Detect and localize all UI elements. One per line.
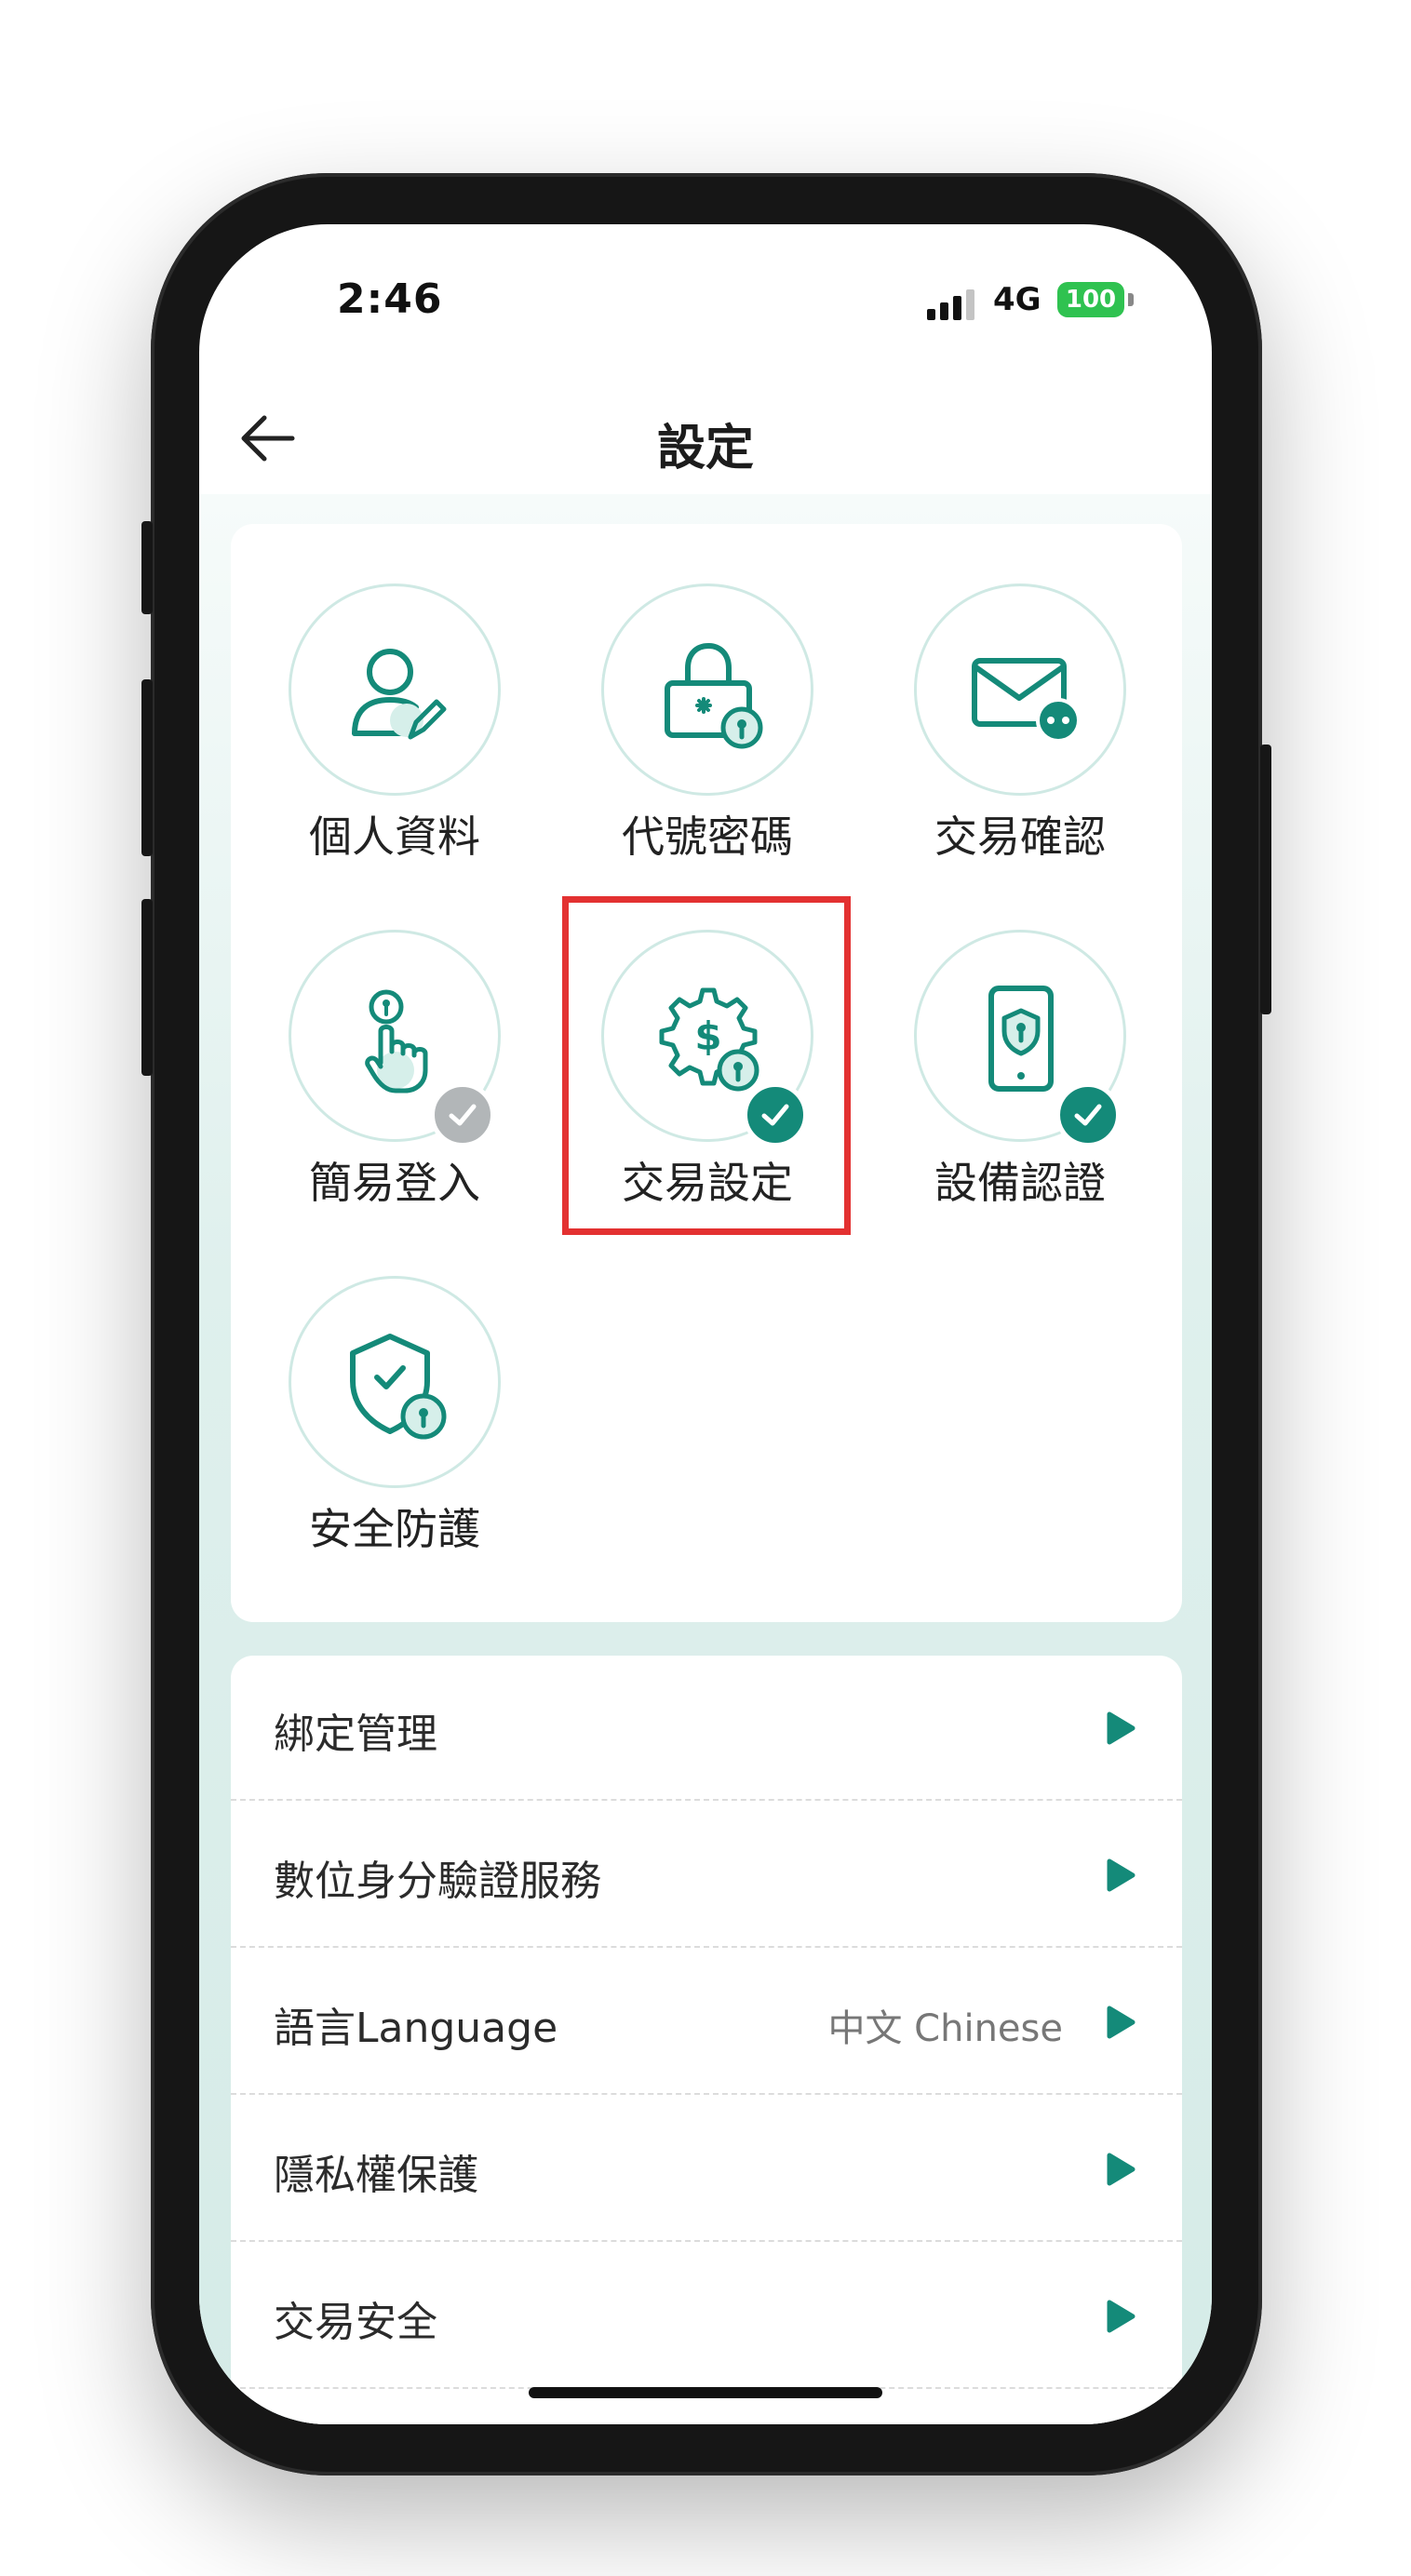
tile-circle	[601, 584, 813, 796]
home-indicator[interactable]	[529, 2387, 882, 2398]
network-type: 4G	[993, 281, 1041, 318]
tile-label: 設備認證	[934, 1158, 1106, 1208]
list-item-label: 隱私權保護	[274, 2152, 478, 2199]
touch-login-icon	[365, 989, 428, 1093]
nav-bar: 設定	[199, 382, 1212, 494]
checkmark-icon	[1074, 1104, 1102, 1126]
settings-grid-card: 個人資料 代號密碼 交易確認 簡易登入 $ 交易設定 設備認證 安全防護	[231, 524, 1182, 1622]
battery-icon: 100	[1057, 282, 1124, 317]
tile-label: 交易確認	[934, 812, 1106, 862]
list-item-label: 交易安全	[274, 2299, 437, 2346]
tile-circle	[289, 1276, 501, 1488]
list-item-label: 數位身分驗證服務	[274, 1858, 601, 1905]
list-item-label: 語言Language	[274, 2005, 558, 2052]
tile-trade-settings[interactable]: $ 交易設定	[568, 870, 847, 1208]
settings-list: 綁定管理 數位身分驗證服務 語言Language 中文 Chinese 隱私權保…	[231, 1656, 1182, 2424]
tile-security[interactable]: 安全防護	[255, 1216, 534, 1554]
checkmark-icon	[449, 1104, 477, 1126]
tile-label: 個人資料	[309, 812, 480, 862]
status-bar: 2:46 4G 100	[199, 224, 1212, 382]
tile-label: 安全防護	[309, 1504, 480, 1554]
screenshot-stage: 2:46 4G 100 設定 個人資料 代號密碼 交易確認 簡易登入 $ 交易設…	[0, 0, 1411, 2576]
play-arrow-icon	[1107, 1858, 1136, 1892]
phone-shield-icon	[988, 986, 1054, 1092]
play-arrow-icon	[1107, 2006, 1136, 2039]
profile-edit-icon	[352, 649, 447, 740]
list-item-binding[interactable]: 綁定管理	[231, 1656, 1182, 1801]
list-item-privacy[interactable]: 隱私權保護	[231, 2097, 1182, 2242]
page-title: 設定	[656, 421, 754, 476]
tile-label: 簡易登入	[309, 1158, 480, 1208]
shield-lock-icon	[350, 1334, 447, 1440]
checkmark-icon	[761, 1104, 789, 1126]
dollar-gear-icon: $	[659, 987, 759, 1092]
mail-confirm-icon	[972, 658, 1081, 743]
list-item-value: 中文 Chinese	[827, 2007, 1063, 2050]
volume-down-button	[141, 899, 153, 1076]
list-item-trade-security[interactable]: 交易安全	[231, 2244, 1182, 2389]
tile-label: 交易設定	[622, 1158, 793, 1208]
play-arrow-icon	[1107, 2300, 1136, 2333]
phone-screen: 2:46 4G 100 設定 個人資料 代號密碼 交易確認 簡易登入 $ 交易設…	[199, 224, 1212, 2424]
play-arrow-icon	[1107, 2153, 1136, 2186]
badge-check-green	[1055, 1082, 1121, 1147]
password-lock-icon	[665, 642, 763, 749]
power-button	[1260, 745, 1271, 1014]
silent-switch	[141, 521, 153, 614]
volume-up-button	[141, 679, 153, 856]
badge-check-green	[743, 1082, 808, 1147]
status-time: 2:46	[337, 275, 443, 323]
list-item-label: 綁定管理	[274, 1711, 437, 1758]
tile-easy-login[interactable]: 簡易登入	[255, 870, 534, 1208]
tile-label: 代號密碼	[622, 812, 793, 862]
tile-device-auth[interactable]: 設備認證	[880, 870, 1160, 1208]
tile-profile[interactable]: 個人資料	[255, 524, 534, 862]
signal-bars-icon	[927, 289, 974, 320]
badge-check-gray	[430, 1082, 495, 1147]
tile-circle	[289, 584, 501, 796]
list-item-digital-id[interactable]: 數位身分驗證服務	[231, 1803, 1182, 1948]
tile-password[interactable]: 代號密碼	[568, 524, 847, 862]
tile-circle	[914, 584, 1126, 796]
list-item-language[interactable]: 語言Language 中文 Chinese	[231, 1950, 1182, 2095]
svg-text:$: $	[694, 1013, 721, 1059]
play-arrow-icon	[1107, 1711, 1136, 1745]
tile-trade-confirm[interactable]: 交易確認	[880, 524, 1160, 862]
battery-cap	[1128, 293, 1134, 306]
